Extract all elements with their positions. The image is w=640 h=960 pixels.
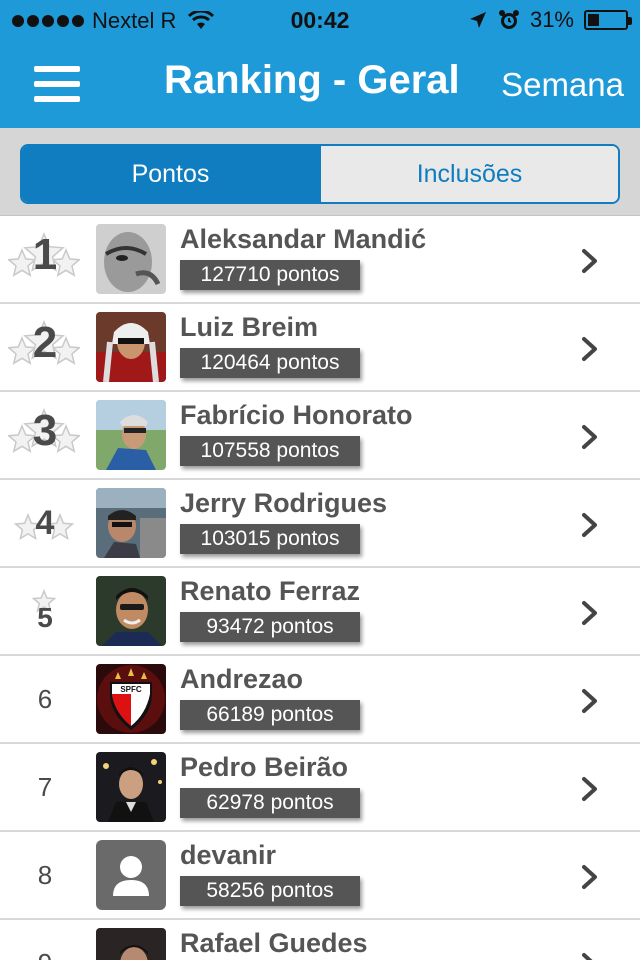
avatar — [96, 224, 166, 294]
tab-pontos[interactable]: Pontos — [22, 146, 319, 202]
points-badge: 93472 pontos — [180, 612, 360, 642]
chevron-right-icon — [582, 953, 593, 960]
ranking-row[interactable]: 7 Pedro Beirão 62978 pontos — [0, 744, 640, 832]
rank-number: 6 — [37, 684, 53, 714]
status-bar: Nextel R 00:42 31% — [0, 0, 640, 40]
rank-number: 7 — [37, 772, 53, 802]
ranking-row[interactable]: 2 Luiz Breim 120464 pontos — [0, 304, 640, 392]
ranking-row[interactable]: 5 Renato Ferraz 93472 pontos — [0, 568, 640, 656]
ranking-row[interactable]: 4 Jerry Rodrigues 103015 pontos — [0, 480, 640, 568]
points-badge: 107558 pontos — [180, 436, 360, 466]
user-name: Jerry Rodrigues — [180, 488, 388, 518]
rank-number: 2 — [32, 318, 58, 367]
default-user-icon — [96, 840, 166, 910]
user-name: Pedro Beirão — [180, 752, 349, 782]
svg-text:SPFC: SPFC — [120, 685, 142, 694]
user-name: Andrezao — [180, 664, 304, 694]
chevron-right-icon — [582, 249, 597, 273]
segment-bar: Pontos Inclusões — [0, 128, 640, 216]
rank-number: 4 — [35, 504, 55, 542]
ranking-row[interactable]: 3 Fabrício Honorato 107558 pontos — [0, 392, 640, 480]
chevron-right-icon — [582, 513, 597, 537]
ranking-row[interactable]: 1 Aleksandar Mandić 127710 pontos — [0, 216, 640, 304]
user-name: Fabrício Honorato — [180, 400, 413, 430]
user-name: devanir — [180, 840, 277, 870]
points-badge: 58256 pontos — [180, 876, 360, 906]
user-name: Luiz Breim — [180, 312, 319, 342]
battery-percent: 31% — [529, 7, 574, 32]
points-badge: 62978 pontos — [180, 788, 360, 818]
user-name: Renato Ferraz — [180, 576, 361, 606]
battery-icon — [584, 10, 632, 30]
navigation-bar: Ranking - Geral Semana — [0, 40, 640, 128]
battery-fill — [588, 14, 599, 26]
status-right: 31% — [468, 7, 632, 33]
points-badge: 120464 pontos — [180, 348, 360, 378]
avatar — [96, 576, 166, 646]
chevron-right-icon — [582, 865, 597, 889]
points-badge: 66189 pontos — [180, 700, 360, 730]
chevron-right-icon — [582, 337, 597, 361]
ranking-row[interactable]: 6 SPFC Andrezao 66189 pontos — [0, 656, 640, 744]
avatar — [96, 400, 166, 470]
rank-number: 1 — [32, 230, 58, 279]
avatar: SPFC — [96, 664, 166, 734]
user-name: Aleksandar Mandić — [180, 224, 427, 254]
avatar — [96, 928, 166, 960]
segmented-control: Pontos Inclusões — [20, 144, 620, 204]
rank-number: 5 — [37, 602, 53, 633]
hamburger-menu-icon[interactable] — [34, 66, 80, 102]
avatar — [96, 752, 166, 822]
rank-number: 3 — [32, 406, 58, 455]
ranking-list: 1 Aleksandar Mandić 127710 pontos 2 Luiz Bre… — [0, 216, 640, 960]
chevron-right-icon — [582, 601, 597, 625]
period-button[interactable]: Semana — [501, 66, 624, 104]
user-name: Rafael Guedes — [180, 928, 368, 958]
avatar — [96, 488, 166, 558]
chevron-right-icon — [582, 777, 597, 801]
location-arrow-icon — [469, 12, 486, 28]
rank-number: 8 — [37, 860, 53, 890]
ranking-row[interactable]: 8 devanir 58256 pontos — [0, 832, 640, 920]
ranking-row[interactable]: 9 Rafael Guedes — [0, 920, 640, 960]
alarm-clock-icon — [498, 10, 519, 29]
rank-number: 9 — [18, 948, 72, 960]
points-badge: 103015 pontos — [180, 524, 360, 554]
page-title: Ranking - Geral — [164, 58, 460, 102]
avatar — [96, 312, 166, 382]
chevron-right-icon — [582, 425, 597, 449]
chevron-right-icon — [582, 689, 597, 713]
tab-inclusoes[interactable]: Inclusões — [319, 146, 618, 202]
points-badge: 127710 pontos — [180, 260, 360, 290]
